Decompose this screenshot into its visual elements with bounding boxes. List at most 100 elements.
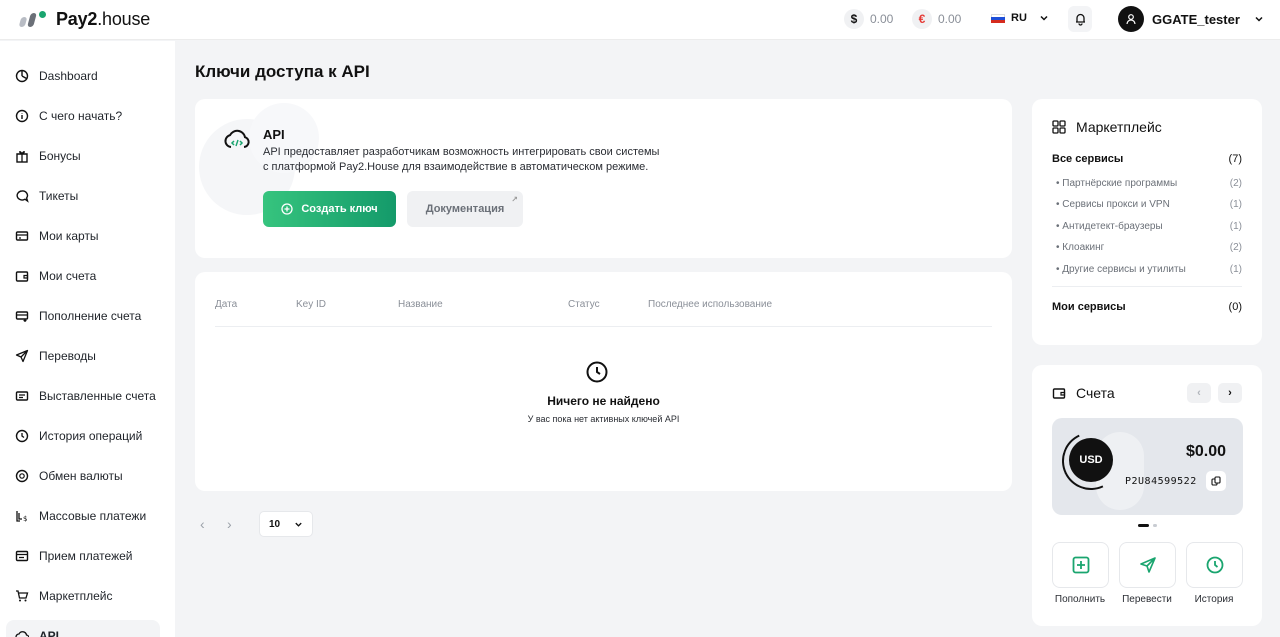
logo[interactable]: Pay2.house xyxy=(18,8,150,30)
accounts-title: Счета xyxy=(1076,385,1115,401)
column-header-name[interactable]: Название xyxy=(398,299,443,310)
page-title: Ключи доступа к API xyxy=(195,62,370,81)
history-icon xyxy=(15,429,29,443)
svg-text:$: $ xyxy=(23,515,27,523)
sidebar-item-my-cards[interactable]: Мои карты xyxy=(6,220,160,252)
sidebar-item-marketplace[interactable]: Маркетплейс xyxy=(6,580,160,612)
sidebar-item-history[interactable]: История операций xyxy=(6,420,160,452)
language-label: RU xyxy=(1011,12,1027,24)
balance-usd-value: 0.00 xyxy=(870,12,894,26)
my-services-link[interactable]: Мои сервисы (0) xyxy=(1052,301,1242,313)
accounts-prev-button[interactable]: ‹ xyxy=(1187,383,1211,403)
dollar-icon: $ xyxy=(844,9,864,29)
sidebar-item-my-accounts[interactable]: Мои счета xyxy=(6,260,160,292)
all-services-link[interactable]: Все сервисы (7) xyxy=(1052,153,1242,165)
per-page-select[interactable]: 10 xyxy=(259,511,313,537)
marketplace-card: Маркетплейс Все сервисы (7) • Партнёрски… xyxy=(1032,99,1262,345)
sidebar-item-dashboard[interactable]: Dashboard xyxy=(6,60,160,92)
api-info-card: API API предоставляет разработчикам возм… xyxy=(195,99,1012,258)
clock-icon xyxy=(586,361,608,383)
category-affiliate[interactable]: • Партнёрские программы (2) xyxy=(1056,178,1242,189)
category-other[interactable]: • Другие сервисы и утилиты (1) xyxy=(1056,264,1242,275)
api-card-description: API предоставляет разработчикам возможно… xyxy=(263,146,660,173)
sidebar-item-topup[interactable]: Пополнение счета xyxy=(6,300,160,332)
sidebar-item-label: Массовые платежи xyxy=(39,509,147,523)
api-keys-table: Дата Key ID Название Статус Последнее ис… xyxy=(195,272,1012,491)
sidebar-item-label: API xyxy=(39,629,60,637)
documentation-label: Документация xyxy=(425,203,505,215)
sidebar-item-label: Маркетплейс xyxy=(39,589,113,603)
account-slide: USD $0.00 P2U84599522 xyxy=(1052,418,1243,515)
empty-state-title: Ничего не найдено xyxy=(547,394,660,408)
language-selector[interactable]: RU xyxy=(991,12,1049,24)
sidebar-item-label: С чего начать? xyxy=(39,109,123,123)
chat-icon xyxy=(16,190,29,203)
user-menu[interactable]: GGATE_tester xyxy=(1118,6,1264,32)
sidebar-item-label: Обмен валюты xyxy=(39,469,123,483)
topup-button[interactable] xyxy=(1052,542,1109,588)
category-cloaking[interactable]: • Клоакинг (2) xyxy=(1056,242,1242,253)
grid-icon xyxy=(1052,120,1066,134)
column-header-status[interactable]: Статус xyxy=(568,299,600,310)
plus-square-icon xyxy=(1072,556,1089,574)
column-header-key-id[interactable]: Key ID xyxy=(296,299,326,310)
sidebar-item-exchange[interactable]: Обмен валюты xyxy=(6,460,160,492)
username: GGATE_tester xyxy=(1152,11,1240,27)
wallet-icon xyxy=(1052,388,1066,399)
currency-badge: USD xyxy=(1069,438,1113,482)
notifications-button[interactable] xyxy=(1068,6,1092,32)
invoice-icon xyxy=(15,391,29,401)
user-icon xyxy=(1126,14,1136,25)
per-page-value: 10 xyxy=(269,518,281,530)
api-icon xyxy=(15,631,29,637)
chevron-left-icon[interactable]: ‹ xyxy=(200,516,205,532)
chevron-down-icon xyxy=(1255,16,1263,22)
column-header-last-used[interactable]: Последнее использование xyxy=(648,299,772,310)
bell-icon xyxy=(1075,13,1085,26)
euro-icon: € xyxy=(912,9,932,29)
copy-button[interactable] xyxy=(1206,471,1226,491)
sidebar-item-getting-started[interactable]: С чего начать? xyxy=(6,100,160,132)
transfer-button[interactable] xyxy=(1119,542,1176,588)
chevron-right-icon[interactable]: › xyxy=(227,516,232,532)
sidebar-item-label: Мои карты xyxy=(39,229,99,243)
history-icon xyxy=(1206,556,1223,574)
history-label: История xyxy=(1194,594,1234,605)
accounts-next-button[interactable]: › xyxy=(1218,383,1242,403)
sidebar-item-label: Пополнение счета xyxy=(39,309,142,323)
send-icon xyxy=(15,349,29,363)
create-key-button[interactable]: Создать ключ xyxy=(263,191,396,227)
api-card-title: API xyxy=(263,127,285,142)
balance-usd[interactable]: $ 0.00 xyxy=(844,9,893,29)
topup-label: Пополнить xyxy=(1054,594,1106,605)
gift-icon xyxy=(16,151,28,163)
divider xyxy=(1052,286,1242,287)
sidebar-item-api[interactable]: API xyxy=(6,620,160,637)
sidebar-item-bonuses[interactable]: Бонусы xyxy=(6,140,160,172)
sidebar-item-label: Переводы xyxy=(39,349,96,363)
my-services-label: Мои сервисы xyxy=(1052,301,1126,313)
sidebar-item-tickets[interactable]: Тикеты xyxy=(6,180,160,212)
sidebar: Dashboard С чего начать? Бонусы Тикеты М… xyxy=(0,41,175,637)
sidebar-item-payment-acceptance[interactable]: Прием платежей xyxy=(6,540,160,572)
info-icon xyxy=(15,109,29,123)
sidebar-item-transfers[interactable]: Переводы xyxy=(6,340,160,372)
carousel-dot-active[interactable] xyxy=(1138,524,1149,527)
carousel-dot[interactable] xyxy=(1153,524,1157,527)
cart-icon xyxy=(16,590,29,602)
history-button[interactable] xyxy=(1186,542,1243,588)
category-proxy-vpn[interactable]: • Сервисы прокси и VPN (1) xyxy=(1056,199,1242,210)
top-header: Pay2.house $ 0.00 € 0.00 RU GGATE_tester xyxy=(0,0,1280,40)
sidebar-item-invoices[interactable]: Выставленные счета xyxy=(6,380,160,412)
russia-flag-icon xyxy=(991,13,1005,23)
sidebar-item-mass-payments[interactable]: $ Массовые платежи xyxy=(6,500,160,532)
all-services-label: Все сервисы xyxy=(1052,153,1124,165)
documentation-button[interactable]: Документация ↗ xyxy=(407,191,523,227)
accounts-card: Счета ‹ › USD $0.00 P2U84599522 Пополнит… xyxy=(1032,365,1262,626)
balance-eur[interactable]: € 0.00 xyxy=(912,9,961,29)
category-antidetect[interactable]: • Антидетект-браузеры (1) xyxy=(1056,221,1242,232)
external-link-icon: ↗ xyxy=(511,195,518,204)
account-amount: $0.00 xyxy=(1185,443,1226,460)
chevron-down-icon xyxy=(295,522,302,527)
column-header-date[interactable]: Дата xyxy=(215,299,237,310)
